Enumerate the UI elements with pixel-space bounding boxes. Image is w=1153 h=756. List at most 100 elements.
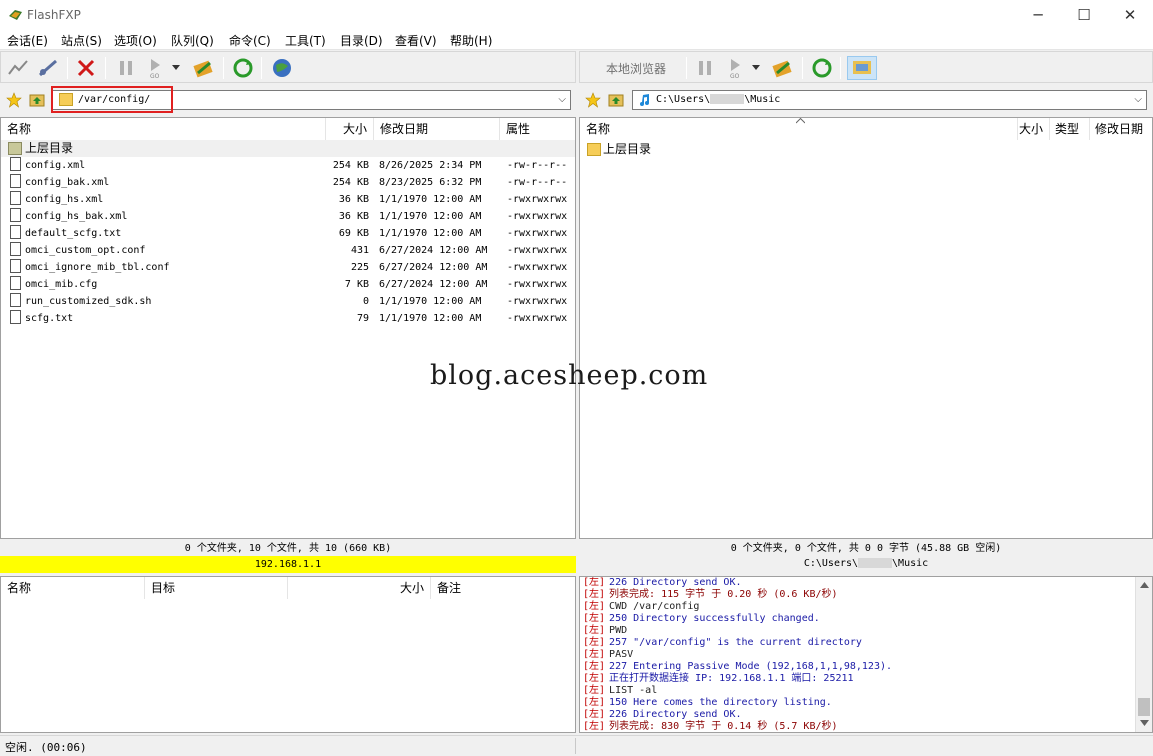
status-separator [575, 738, 576, 754]
remote-host-bar[interactable]: 192.168.1.1 [0, 556, 576, 573]
connect-icon[interactable] [5, 56, 31, 80]
column-header-date[interactable]: 修改日期 [374, 118, 500, 140]
refresh-icon[interactable] [809, 56, 835, 80]
column-header-attributes[interactable]: 属性 [500, 118, 575, 140]
path-highlight-box [51, 86, 173, 113]
log-text: PASV [609, 649, 634, 660]
transfer-go-icon[interactable]: GO [723, 56, 749, 80]
local-file-list[interactable]: 名称 大小 类型 修改日期 上层目录 [579, 117, 1153, 539]
log-scroll-thumb[interactable] [1138, 698, 1150, 716]
quick-connect-icon[interactable] [35, 56, 61, 80]
file-row[interactable]: omci_mib.cfg 7 KB 6/27/2024 12:00 AM -rwxrw… [1, 276, 575, 293]
pause-icon[interactable] [113, 56, 139, 80]
file-row[interactable]: config.xml 254 KB 8/26/2025 2:34 PM -rw-r--… [1, 157, 575, 174]
log-line: [左] PWD [583, 625, 627, 637]
transfer-queue[interactable]: 名称 目标 大小 备注 [0, 576, 576, 733]
folder-icon [8, 142, 22, 155]
minimize-button[interactable]: ─ [1015, 0, 1061, 30]
queue-header-target[interactable]: 目标 [145, 577, 288, 599]
file-row[interactable]: default_scfg.txt 69 KB 1/1/1970 12:00 AM -r… [1, 225, 575, 242]
menu-session[interactable]: 会话(E) [7, 32, 48, 49]
column-header-name[interactable]: 名称 [1, 118, 326, 140]
file-row[interactable]: run_customized_sdk.sh 0 1/1/1970 12:00 AM -… [1, 293, 575, 310]
favorites-star-icon[interactable] [6, 92, 22, 108]
menu-directory[interactable]: 目录(D) [340, 32, 383, 49]
parent-directory-label: 上层目录 [603, 142, 652, 156]
toolbar-separator [686, 57, 687, 79]
log-text: 列表完成: 830 字节 于 0.14 秒 (5.7 KB/秒) [609, 721, 838, 732]
log-tag: [左] [583, 661, 606, 672]
favorites-star-icon[interactable] [585, 92, 601, 108]
parent-folder-icon[interactable] [29, 92, 45, 108]
file-attributes: -rwxrwxrwx [507, 194, 568, 205]
file-row[interactable]: omci_ignore_mib_tbl.conf 225 6/27/2024 12:… [1, 259, 575, 276]
file-icon [10, 157, 21, 171]
chevron-down-icon[interactable]: ⌵ [558, 91, 566, 109]
scroll-up-arrow-icon[interactable] [1140, 582, 1149, 588]
log-tag: [左] [583, 613, 606, 624]
file-attributes: -rwxrwxrwx [507, 313, 568, 324]
remote-file-list[interactable]: 名称 大小 修改日期 属性 上层目录 config.xml 254 KB 8/26/… [0, 117, 576, 539]
close-button[interactable]: ✕ [1107, 0, 1153, 30]
queue-header-notes[interactable]: 备注 [431, 577, 575, 599]
local-path-combo[interactable]: C:\Users\ \Music ⌵ [632, 90, 1147, 110]
pause-icon[interactable] [692, 56, 718, 80]
file-icon [10, 293, 21, 307]
file-row[interactable]: config_hs_bak.xml 36 KB 1/1/1970 12:00 AM -… [1, 208, 575, 225]
file-icon [10, 276, 21, 290]
file-row[interactable]: scfg.txt 79 1/1/1970 12:00 AM -rwxrwxrwx [1, 310, 575, 327]
flashfxp-window: FlashFXP ─ ☐ ✕ 会话(E) 站点(S) 选项(O) 队列(Q) 命… [0, 0, 1153, 756]
queue-header-name[interactable]: 名称 [1, 577, 145, 599]
file-row[interactable]: omci_custom_opt.conf 431 6/27/2024 12:00 A… [1, 242, 575, 259]
scroll-down-arrow-icon[interactable] [1140, 720, 1149, 726]
toolbar-separator [261, 57, 262, 79]
log-line: [左] 227 Entering Passive Mode (192,168,1,… [583, 661, 892, 673]
maximize-button[interactable]: ☐ [1061, 0, 1107, 30]
svg-text:GO: GO [730, 73, 740, 79]
column-header-type[interactable]: 类型 [1050, 118, 1090, 140]
column-header-date[interactable]: 修改日期 [1090, 118, 1152, 140]
log-tag: [左] [583, 721, 606, 732]
queue-header-size[interactable]: 大小 [288, 577, 431, 599]
refresh-queue-icon[interactable] [770, 56, 796, 80]
local-browser-toggle-icon[interactable] [847, 56, 877, 80]
toolbar-separator [67, 57, 68, 79]
menu-tools[interactable]: 工具(T) [285, 32, 326, 49]
parent-directory-row[interactable]: 上层目录 [580, 141, 1152, 158]
parent-directory-row[interactable]: 上层目录 [1, 140, 575, 157]
transfer-dropdown-icon[interactable] [749, 56, 763, 80]
file-size: 7 KB [344, 279, 369, 290]
log-scrollbar[interactable] [1135, 577, 1152, 732]
log-tag: [左] [583, 649, 606, 660]
column-header-size[interactable]: 大小 [1018, 118, 1050, 140]
menu-view[interactable]: 查看(V) [395, 32, 437, 49]
transfer-dropdown-icon[interactable] [169, 56, 183, 80]
toolbar-separator [802, 57, 803, 79]
transfer-go-icon[interactable]: GO [143, 56, 169, 80]
file-row[interactable]: config_hs.xml 36 KB 1/1/1970 12:00 AM -rwxr… [1, 191, 575, 208]
site-manager-globe-icon[interactable] [269, 56, 295, 80]
refresh-queue-icon[interactable] [191, 56, 217, 80]
file-row[interactable]: config_bak.xml 254 KB 8/23/2025 6:32 PM -rw… [1, 174, 575, 191]
menu-queue[interactable]: 队列(Q) [171, 32, 214, 49]
menu-options[interactable]: 选项(O) [114, 32, 157, 49]
menu-help[interactable]: 帮助(H) [450, 32, 492, 49]
menu-sites[interactable]: 站点(S) [61, 32, 102, 49]
chevron-down-icon[interactable]: ⌵ [1134, 91, 1142, 109]
file-size: 431 [350, 245, 369, 256]
refresh-icon[interactable] [230, 56, 256, 80]
local-path-value: C:\Users\ \Music [656, 94, 781, 105]
session-log[interactable]: [左] 226 Directory send OK. [左] 列表完成: 115 字节… [579, 576, 1153, 733]
file-icon [10, 208, 21, 222]
disconnect-icon[interactable] [73, 56, 99, 80]
file-name: scfg.txt [25, 313, 74, 324]
log-line: [左] CWD /var/config [583, 601, 699, 613]
sort-chevron-up-icon [796, 118, 805, 124]
log-line: [左] LIST -al [583, 685, 657, 697]
log-text: LIST -al [609, 685, 658, 696]
log-tag: [左] [583, 577, 606, 588]
parent-folder-icon[interactable] [608, 92, 624, 108]
local-browser-button[interactable]: 本地浏览器 [590, 60, 682, 77]
column-header-size[interactable]: 大小 [326, 118, 374, 140]
menu-commands[interactable]: 命令(C) [229, 32, 271, 49]
